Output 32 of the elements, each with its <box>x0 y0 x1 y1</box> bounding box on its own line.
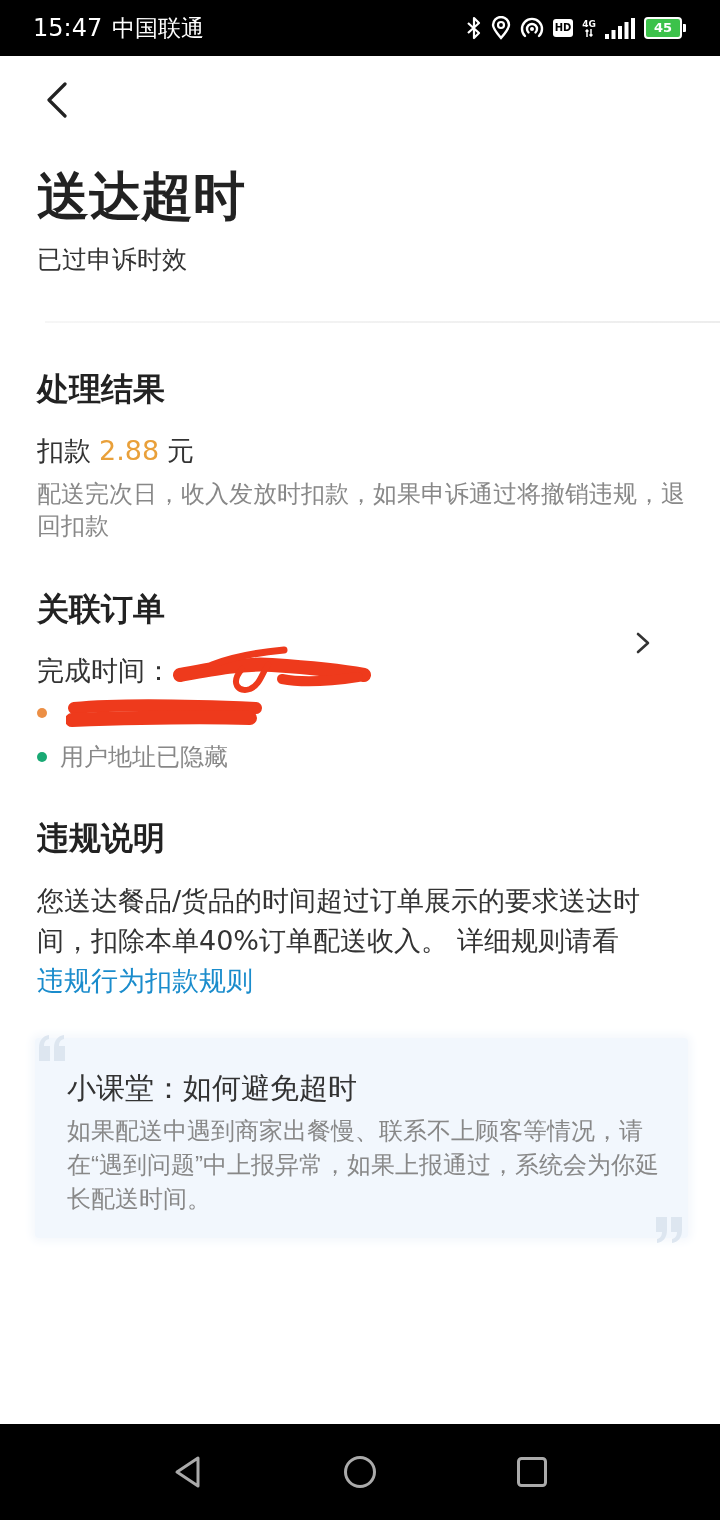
deduction-label: 扣款 <box>37 434 91 468</box>
section-heading: 关联订单 <box>37 589 166 629</box>
section-heading: 处理结果 <box>37 369 166 409</box>
recents-icon[interactable] <box>517 1457 547 1487</box>
hotspot-icon <box>519 17 544 39</box>
section-heading: 违规说明 <box>37 818 166 858</box>
tip-title: 小课堂：如何避免超时 <box>67 1070 358 1107</box>
deduction-amount: 2.88 <box>99 434 160 468</box>
home-icon[interactable] <box>343 1455 377 1489</box>
rules-link[interactable]: 违规行为扣款规则 <box>37 965 253 996</box>
deduction-note: 配送完次日，收入发放时扣款，如果申诉通过将撤销违规，退回扣款 <box>37 479 686 542</box>
tip-text: 如果配送中遇到商家出餐慢、联系不上顾客等情况，请在“遇到问题”中上报异常，如果上报通过，系统会为你延长配送时间。 <box>67 1116 660 1214</box>
completion-time-label: 完成时间： <box>37 654 172 688</box>
back-icon[interactable] <box>45 82 69 118</box>
data-arrows-icon <box>585 29 594 37</box>
quote-close-icon <box>654 1216 684 1244</box>
order-info-text: 用户地址已隐藏 <box>60 742 228 773</box>
signal-icon <box>605 17 635 39</box>
currency-unit: 元 <box>167 434 195 468</box>
clock-time: 15:47 <box>33 14 103 42</box>
quote-open-icon <box>37 1034 67 1062</box>
chevron-right-icon[interactable] <box>636 632 650 654</box>
carrier-name: 中国联通 <box>112 13 205 43</box>
network-type-label: 4G <box>582 19 596 29</box>
page-title: 送达超时 <box>37 165 246 227</box>
hd-indicator: HD <box>552 19 574 37</box>
back-icon[interactable] <box>173 1455 203 1489</box>
violation-description: 您送达餐品/货品的时间超过订单展示的要求送达时间，扣除本单40%订单配送收入。 详细规则请看 违规行为扣款规则 <box>37 884 642 998</box>
location-pin-icon <box>490 16 511 40</box>
bluetooth-icon <box>465 16 482 40</box>
appeal-status-text: 已过申诉时效 <box>37 244 188 276</box>
battery-indicator: 45 <box>644 17 686 39</box>
